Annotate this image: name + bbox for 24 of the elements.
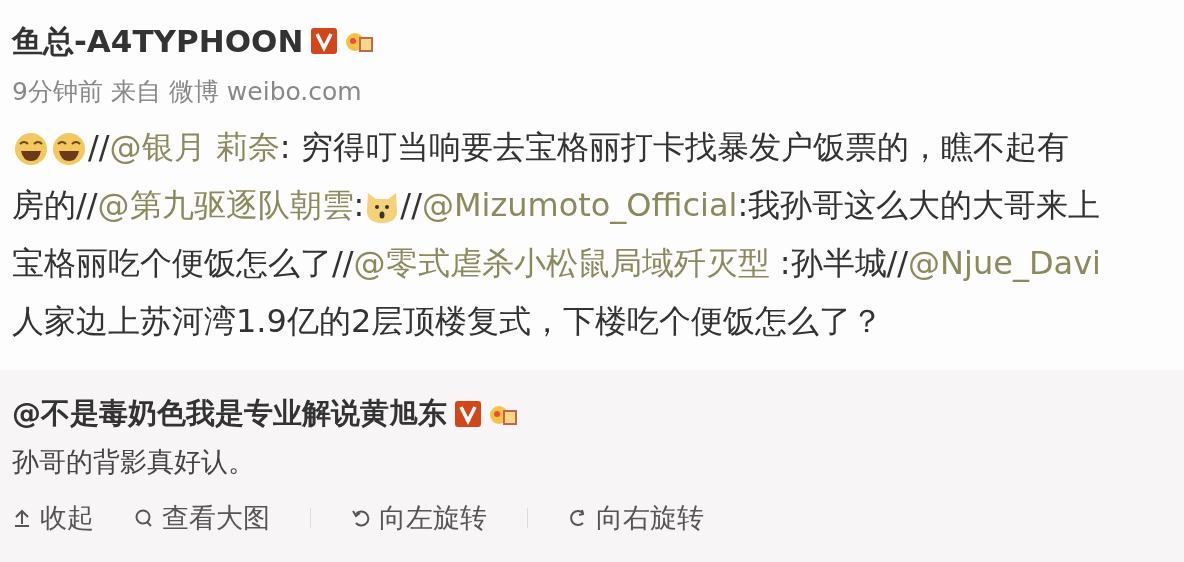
mention-link[interactable]: @零式虐杀小松鼠局域歼灭型 (353, 244, 770, 282)
laughing-emoji-icon (50, 132, 88, 166)
username[interactable]: 鱼总-A4TYPHOON (12, 18, 304, 65)
mention-link[interactable]: @Mizumoto_Official (421, 186, 738, 224)
commenter-name[interactable]: @不是毒奶色我是专业解说黄旭东 (12, 392, 447, 436)
image-action-button[interactable]: 向左旋转 (351, 498, 487, 539)
image-action-button[interactable]: 查看大图 (134, 498, 270, 539)
post-text: 宝格丽吃个便饭怎么了//@零式虐杀小松鼠局域歼灭型 :孙半城//@Njue_Davi (12, 243, 1102, 284)
mention-link[interactable]: @Njue_Davi (908, 244, 1101, 282)
rotate-left-icon (351, 508, 371, 529)
post-time: 9分钟前 (12, 75, 103, 108)
image-action-button[interactable]: 收起 (12, 498, 94, 539)
post-text: //@银月 莉奈: 穷得叮当响要去宝格丽打卡找暴发户饭票的，瞧不起有 (12, 118, 1184, 176)
post-text: 房的//@第九驱逐队朝雲: //@Mizumoto_Official:我孙哥这么大的大哥来上 (12, 185, 1102, 227)
source-link[interactable]: 微博 weibo.com (168, 72, 362, 110)
comment-text: 孙哥的背影真好认。 (12, 444, 256, 479)
mention-link[interactable]: @第九驱逐队朝雲 (97, 186, 354, 224)
mention-link[interactable]: @银月 莉奈 (109, 128, 280, 166)
search-icon (134, 508, 154, 529)
source-label: 来自 (110, 75, 161, 108)
post-text: 人家边上苏河湾1.9亿的2层顶楼复式，下楼吃个便饭怎么了？ (12, 301, 885, 342)
laughing-emoji-icon (12, 132, 50, 166)
image-action-button[interactable]: 向右旋转 (568, 498, 704, 539)
collapse-icon (12, 508, 32, 529)
